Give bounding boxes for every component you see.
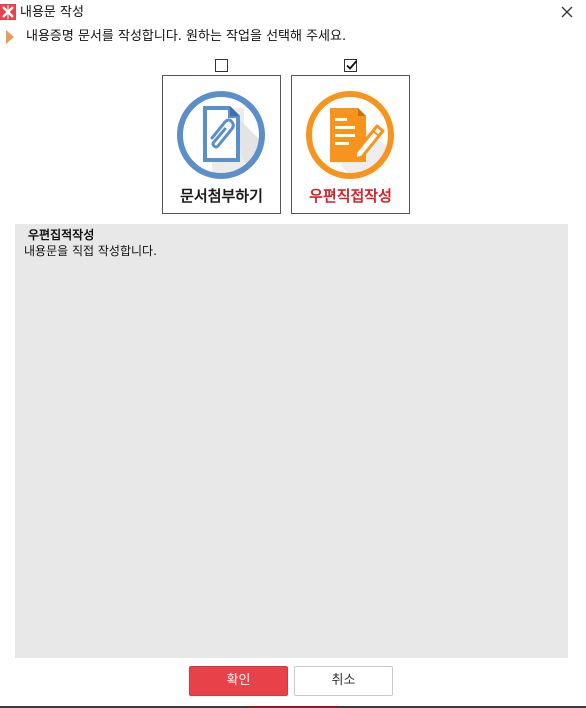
cancel-button[interactable]: 취소 (294, 666, 393, 696)
triangle-pointer-icon (6, 29, 14, 44)
app-logo-icon (0, 4, 16, 20)
ok-button[interactable]: 확인 (189, 666, 288, 696)
checkbox-write-directly[interactable] (344, 59, 358, 72)
description-title: 우편집적작성 (28, 228, 95, 242)
option-label: 문서첨부하기 (180, 187, 263, 205)
description-body: 내용문을 직접 작성합니다. (24, 244, 157, 258)
option-attach-document[interactable]: 문서첨부하기 (162, 75, 281, 214)
paperclip-document-icon (177, 91, 265, 179)
checkmark-icon (346, 60, 358, 70)
close-icon[interactable] (558, 3, 576, 21)
dialog-window: 내용문 작성 내용증명 문서를 작성합니다. 원하는 작업을 선택해 주세요. (0, 0, 586, 708)
instruction-text: 내용증명 문서를 작성합니다. 원하는 작업을 선택해 주세요. (26, 29, 347, 44)
document-pencil-icon (306, 91, 394, 179)
checkbox-attach-document[interactable] (215, 59, 228, 72)
description-panel: 우편집적작성 내용문을 직접 작성합니다. (15, 224, 568, 658)
option-write-directly[interactable]: 우편직접작성 (291, 75, 410, 214)
window-title: 내용문 작성 (20, 5, 84, 20)
instruction-row: 내용증명 문서를 작성합니다. 원하는 작업을 선택해 주세요. (0, 28, 586, 46)
title-bar: 내용문 작성 (0, 0, 586, 26)
option-label: 우편직접작성 (309, 187, 392, 205)
